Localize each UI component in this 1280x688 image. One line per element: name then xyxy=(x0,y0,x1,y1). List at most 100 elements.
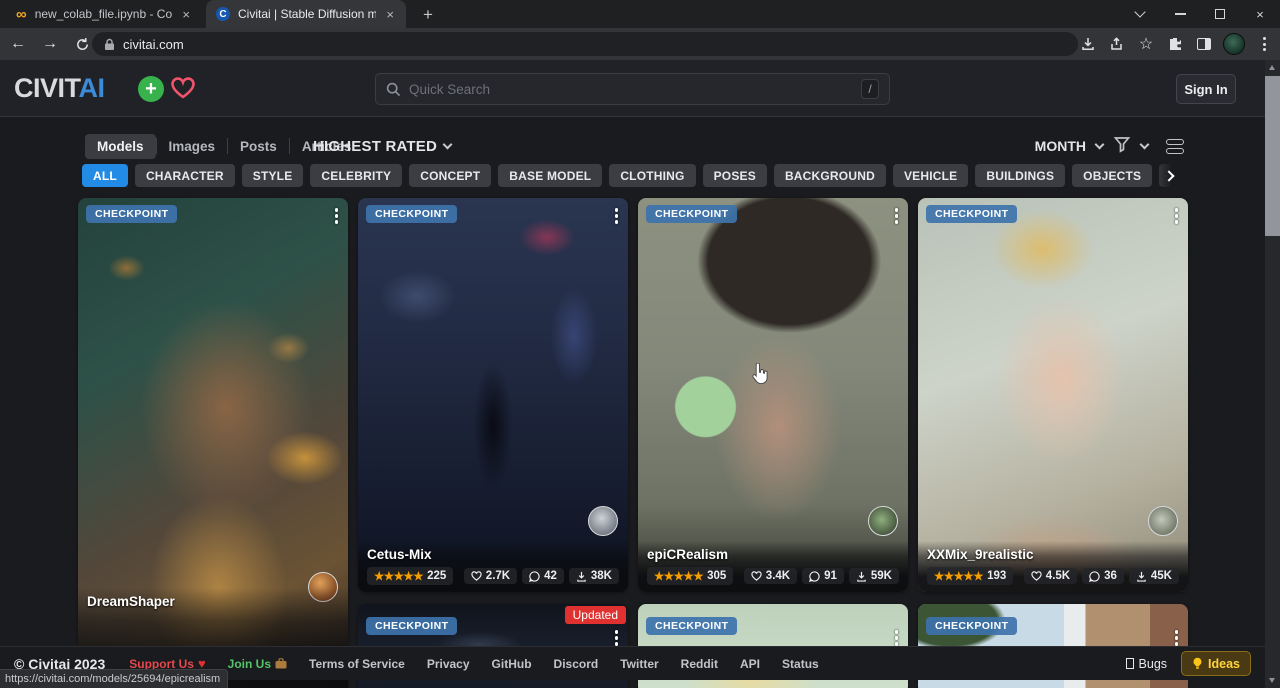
model-title: epiCRealism xyxy=(647,547,899,562)
likes-pill: 3.4K xyxy=(744,568,797,584)
new-tab-button[interactable]: + xyxy=(416,4,440,26)
download-icon[interactable] xyxy=(1078,34,1098,54)
lightbulb-icon xyxy=(1192,657,1203,670)
scrollbar-thumb[interactable] xyxy=(1265,76,1280,236)
tab-images[interactable]: Images xyxy=(157,134,228,159)
model-card-cetus-mix[interactable]: CHECKPOINT Cetus-Mix ★★★★★ 225 2.7K xyxy=(358,198,628,592)
back-button[interactable]: ← xyxy=(4,30,32,58)
card-menu-icon[interactable] xyxy=(615,208,619,224)
bugs-link[interactable]: Bugs xyxy=(1126,657,1168,671)
chip-base-model[interactable]: BASE MODEL xyxy=(498,164,602,187)
footer-link-status[interactable]: Status xyxy=(782,657,819,671)
footer-link-discord[interactable]: Discord xyxy=(554,657,599,671)
model-card-epicrealism[interactable]: CHECKPOINT epiCRealism ★★★★★ 305 3.4K xyxy=(638,198,908,592)
chip-objects[interactable]: OBJECTS xyxy=(1072,164,1152,187)
footer-link-api[interactable]: API xyxy=(740,657,760,671)
support-heart-icon[interactable] xyxy=(170,76,196,105)
rating-pill: ★★★★★ 305 xyxy=(647,567,733,585)
chips-next-button[interactable] xyxy=(1156,164,1182,188)
chip-character[interactable]: CHARACTER xyxy=(135,164,235,187)
tab-title: Civitai | Stable Diffusion models, xyxy=(238,7,376,21)
chip-style[interactable]: STYLE xyxy=(242,164,304,187)
checkpoint-badge: CHECKPOINT xyxy=(646,617,737,635)
chip-poses[interactable]: POSES xyxy=(703,164,767,187)
download-icon xyxy=(576,571,587,582)
tab-close-icon[interactable]: × xyxy=(384,7,396,22)
page-scrollbar[interactable] xyxy=(1265,60,1280,688)
sign-in-button[interactable]: Sign In xyxy=(1176,74,1236,104)
chip-all[interactable]: ALL xyxy=(82,164,128,187)
creator-avatar[interactable] xyxy=(868,506,898,536)
tab-posts[interactable]: Posts xyxy=(228,134,289,159)
footer-link-reddit[interactable]: Reddit xyxy=(681,657,718,671)
chip-clothing[interactable]: CLOTHING xyxy=(609,164,695,187)
creator-avatar[interactable] xyxy=(1148,506,1178,536)
chevron-down-icon[interactable] xyxy=(1140,140,1150,150)
url-bar[interactable]: civitai.com xyxy=(92,32,1078,56)
browser-tab-civitai[interactable]: C Civitai | Stable Diffusion models, × xyxy=(206,0,406,28)
scroll-up-arrow-icon[interactable] xyxy=(1269,65,1275,70)
download-icon xyxy=(1136,571,1147,582)
card-menu-icon[interactable] xyxy=(615,630,619,646)
tab-search-icon[interactable] xyxy=(1120,0,1160,28)
card-menu-icon[interactable] xyxy=(335,208,339,224)
filter-funnel-icon[interactable] xyxy=(1113,135,1131,158)
tab-models[interactable]: Models xyxy=(85,134,156,159)
checkpoint-badge: CHECKPOINT xyxy=(646,205,737,223)
browser-menu-icon[interactable] xyxy=(1254,34,1274,54)
chip-vehicle[interactable]: VEHICLE xyxy=(893,164,968,187)
heart-icon xyxy=(1031,571,1042,581)
bug-icon xyxy=(1126,658,1134,669)
model-title: XXMix_9realistic xyxy=(927,547,1179,562)
screen: ∞ new_colab_file.ipynb - Colaborat × C C… xyxy=(0,0,1280,688)
chip-background[interactable]: BACKGROUND xyxy=(774,164,886,187)
creator-avatar[interactable] xyxy=(588,506,618,536)
chip-buildings[interactable]: BUILDINGS xyxy=(975,164,1065,187)
card-menu-icon[interactable] xyxy=(1175,630,1179,646)
close-button[interactable]: × xyxy=(1240,0,1280,28)
footer-link-terms[interactable]: Terms of Service xyxy=(309,657,405,671)
ideas-button[interactable]: Ideas xyxy=(1181,651,1251,676)
checkpoint-badge: CHECKPOINT xyxy=(366,205,457,223)
download-icon xyxy=(856,571,867,582)
card-menu-icon[interactable] xyxy=(895,208,899,224)
search-shortcut-badge: / xyxy=(861,79,879,99)
share-icon[interactable] xyxy=(1107,34,1127,54)
model-card-dreamshaper[interactable]: CHECKPOINT DreamShaper xyxy=(78,198,348,688)
url-text: civitai.com xyxy=(123,37,184,52)
chip-concept[interactable]: CONCEPT xyxy=(409,164,491,187)
model-image xyxy=(918,198,1188,592)
toolbar-icons: ☆ xyxy=(1078,30,1274,58)
civitai-logo[interactable]: CIVITAI xyxy=(14,73,105,104)
card-menu-icon[interactable] xyxy=(1175,208,1179,224)
footer-link-github[interactable]: GitHub xyxy=(492,657,532,671)
checkpoint-badge: CHECKPOINT xyxy=(926,205,1017,223)
model-card-xxmix[interactable]: CHECKPOINT XXMix_9realistic ★★★★★ 193 4.… xyxy=(918,198,1188,592)
extensions-puzzle-icon[interactable] xyxy=(1165,34,1185,54)
card-footer: XXMix_9realistic ★★★★★ 193 4.5K 36 xyxy=(918,541,1188,592)
side-panel-icon[interactable] xyxy=(1194,34,1214,54)
scroll-down-arrow-icon[interactable] xyxy=(1269,678,1275,683)
minimize-button[interactable] xyxy=(1160,0,1200,28)
sort-dropdown[interactable]: HIGHEST RATED xyxy=(313,132,451,160)
likes-pill: 4.5K xyxy=(1024,568,1077,584)
footer-link-privacy[interactable]: Privacy xyxy=(427,657,470,671)
checkpoint-badge: CHECKPOINT xyxy=(366,617,457,635)
browser-toolbar: ← → civitai.com ☆ xyxy=(0,28,1280,60)
bookmark-star-icon[interactable]: ☆ xyxy=(1136,34,1156,54)
footer-link-join[interactable]: Join Us xyxy=(228,657,287,671)
chip-celebrity[interactable]: CELEBRITY xyxy=(310,164,402,187)
card-menu-icon[interactable] xyxy=(895,630,899,646)
search-input[interactable]: Quick Search / xyxy=(375,73,890,105)
forward-button[interactable]: → xyxy=(36,30,64,58)
create-plus-button[interactable]: + xyxy=(138,76,164,102)
footer-link-twitter[interactable]: Twitter xyxy=(620,657,658,671)
reload-icon xyxy=(75,37,90,52)
maximize-button[interactable] xyxy=(1200,0,1240,28)
layout-toggle-icon[interactable] xyxy=(1166,139,1184,154)
browser-profile-avatar[interactable] xyxy=(1223,33,1245,55)
browser-tab-colab[interactable]: ∞ new_colab_file.ipynb - Colaborat × xyxy=(6,0,202,28)
period-dropdown[interactable]: MONTH xyxy=(1035,138,1086,154)
browser-tabstrip: ∞ new_colab_file.ipynb - Colaborat × C C… xyxy=(0,0,1280,28)
tab-close-icon[interactable]: × xyxy=(180,7,192,22)
